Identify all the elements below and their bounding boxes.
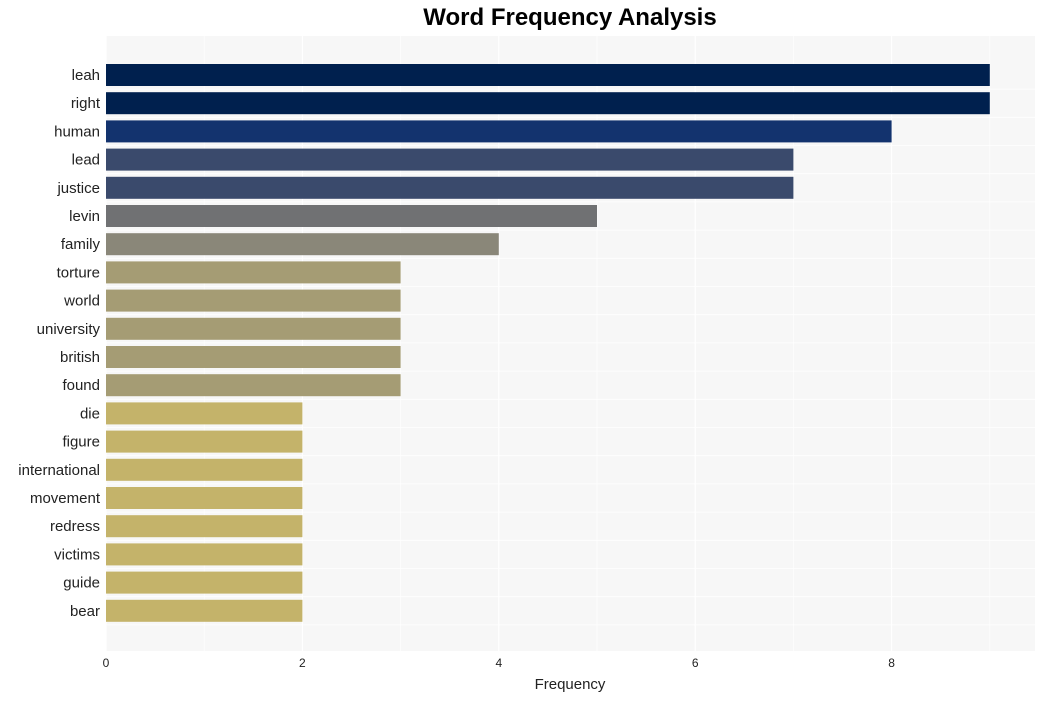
y-tick-label: world: [63, 293, 100, 310]
bar-leah: [106, 64, 990, 86]
x-tick-label: 8: [888, 656, 895, 670]
bar-british: [106, 346, 401, 368]
y-tick-label: bear: [70, 603, 100, 620]
y-tick-label: movement: [30, 490, 101, 507]
y-tick-label: figure: [62, 434, 100, 451]
y-tick-label: die: [80, 405, 100, 422]
y-tick-label: found: [62, 377, 100, 394]
bar-right: [106, 92, 990, 115]
bar-family: [106, 233, 499, 256]
y-tick-label: lead: [72, 152, 100, 169]
bar-human: [106, 120, 892, 143]
y-tick-label: guide: [63, 575, 100, 592]
y-axis-labels: leah right human lead justice levin family tort…: [18, 67, 101, 620]
bar-found: [106, 374, 401, 397]
bar-victims: [106, 543, 303, 566]
y-tick-label: victims: [54, 546, 100, 563]
x-axis-label: Frequency: [535, 676, 606, 693]
bar-lead: [106, 148, 794, 171]
bar-torture: [106, 261, 401, 284]
bar-bear: [106, 599, 303, 622]
y-tick-label: torture: [57, 264, 100, 281]
x-tick-label: 2: [299, 656, 306, 670]
y-tick-label: human: [54, 123, 100, 140]
y-tick-label: redress: [50, 518, 100, 535]
y-tick-label: leah: [72, 67, 100, 84]
x-tick-label: 6: [692, 656, 699, 670]
y-tick-label: right: [71, 95, 101, 112]
y-tick-label: family: [61, 236, 101, 253]
bar-international: [106, 458, 303, 481]
x-axis-ticks: 0 2 4 6 8: [103, 656, 896, 670]
bar-university: [106, 317, 401, 340]
bar-die: [106, 402, 303, 425]
bar-figure: [106, 430, 303, 453]
y-tick-label: international: [18, 462, 100, 479]
bar-world: [106, 289, 401, 312]
bar-redress: [106, 515, 303, 538]
bar-movement: [106, 487, 303, 509]
y-tick-label: british: [60, 349, 100, 366]
x-tick-label: 0: [103, 656, 110, 670]
y-tick-label: university: [37, 321, 101, 338]
bar-chart: leah right human lead justice levin family tort…: [18, 36, 1035, 693]
bar-justice: [106, 176, 794, 199]
bar-guide: [106, 571, 303, 594]
y-tick-label: justice: [56, 180, 100, 197]
bar-levin: [106, 205, 597, 227]
y-tick-label: levin: [69, 208, 100, 225]
x-tick-label: 4: [495, 656, 502, 670]
